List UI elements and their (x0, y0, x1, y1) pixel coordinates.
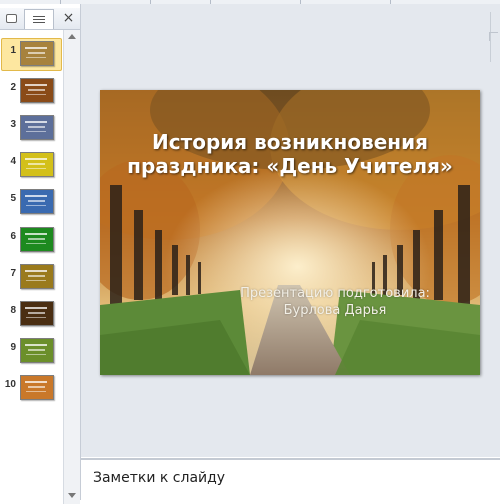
slides-tab-icon (5, 14, 17, 23)
preview-text-line (28, 200, 45, 203)
slide-number: 7 (10, 267, 16, 279)
preview-text-line (25, 306, 47, 309)
preview-text-line (28, 311, 45, 314)
slide-preview[interactable] (20, 337, 54, 363)
notes-placeholder[interactable]: Заметки к слайду (93, 470, 225, 486)
preview-text-line (28, 126, 45, 129)
slide-number: 4 (10, 156, 16, 168)
slide-number: 6 (10, 230, 16, 242)
preview-text-line (28, 237, 45, 240)
preview-text-line (25, 158, 47, 161)
slide-preview[interactable] (20, 152, 54, 178)
slide-thumbnail-8[interactable]: 8 (0, 300, 62, 331)
slide-number: 8 (10, 304, 16, 316)
outline-tab-icon (33, 15, 45, 24)
tab-outline[interactable] (24, 9, 54, 29)
preview-text-line (28, 89, 45, 92)
slide-subtitle[interactable]: Презентацию подготовила: Бурлова Дарья (220, 285, 450, 319)
preview-text-line (28, 348, 45, 351)
slide-preview[interactable] (20, 226, 54, 252)
slide-number: 2 (10, 82, 16, 94)
slide-title[interactable]: История возникновения праздника: «День У… (110, 130, 470, 178)
slide-number: 1 (10, 45, 16, 56)
preview-text-line (25, 195, 47, 198)
preview-text-line (28, 52, 45, 54)
preview-text-line (25, 47, 47, 49)
slide-thumbnail-3[interactable]: 3 (0, 115, 62, 145)
slide-thumbnail-2[interactable]: 2 (0, 78, 62, 108)
preview-text-line (28, 274, 45, 277)
slide-preview[interactable] (20, 41, 54, 66)
tab-slides[interactable] (2, 11, 20, 26)
preview-text-line (26, 242, 46, 244)
preview-text-line (28, 163, 45, 166)
panel-tabs: × (0, 8, 80, 30)
preview-text-line (25, 380, 47, 383)
preview-text-line (25, 232, 47, 235)
slide-thumbnail-4[interactable]: 4 (0, 152, 62, 182)
slide-number: 5 (10, 193, 16, 205)
slide-number: 3 (10, 119, 16, 131)
slide-thumbnail-9[interactable]: 9 (0, 337, 62, 368)
slide-preview[interactable] (20, 300, 54, 326)
current-slide[interactable]: История возникновения праздника: «День У… (100, 90, 480, 375)
slide-number: 10 (4, 378, 16, 390)
slide-thumbnail-10[interactable]: 10 (0, 374, 62, 405)
notes-pane[interactable]: Заметки к слайду (81, 458, 500, 502)
preview-text-line (26, 205, 46, 207)
slide-thumbnail-1[interactable]: 1 (0, 38, 62, 71)
scroll-down-icon[interactable] (68, 493, 76, 498)
preview-text-line (26, 390, 46, 392)
preview-text-line (25, 343, 47, 346)
slide-preview[interactable] (20, 189, 54, 215)
preview-text-line (26, 131, 46, 133)
preview-text-line (26, 279, 46, 281)
preview-text-line (26, 353, 46, 355)
preview-text-line (26, 57, 46, 58)
slide-thumbnail-6[interactable]: 6 (0, 226, 62, 257)
close-icon[interactable]: × (61, 10, 76, 26)
slide-thumbnail-7[interactable]: 7 (0, 263, 62, 294)
slide-thumbnail-5[interactable]: 5 (0, 189, 62, 219)
slides-panel: × 1 2 3 4 5 6 7 8 9 10 (0, 4, 81, 504)
preview-text-line (26, 94, 46, 96)
pane-corner (489, 32, 498, 41)
preview-text-line (25, 84, 47, 87)
slide-number: 9 (10, 341, 16, 353)
preview-text-line (25, 121, 47, 124)
scroll-up-icon[interactable] (68, 34, 76, 39)
preview-text-line (26, 316, 46, 318)
preview-text-line (25, 269, 47, 272)
slide-preview[interactable] (20, 115, 54, 141)
thumbnails-scrollbar[interactable] (63, 30, 80, 504)
slide-preview[interactable] (20, 78, 54, 104)
preview-text-line (28, 385, 45, 388)
preview-text-line (26, 168, 46, 170)
slide-preview[interactable] (20, 374, 54, 400)
slide-preview[interactable] (20, 263, 54, 289)
